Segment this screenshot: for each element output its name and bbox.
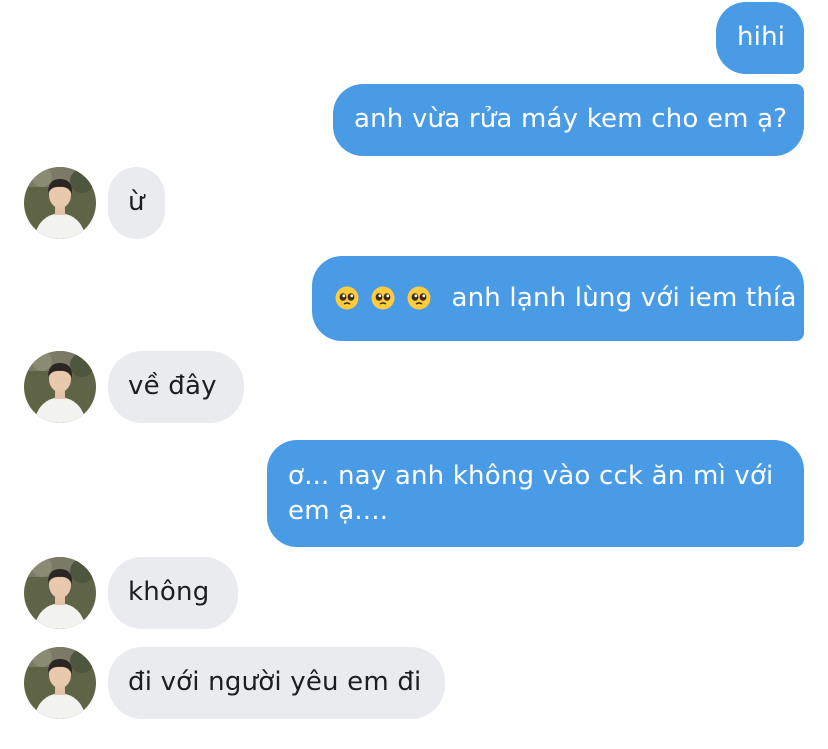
avatar-image	[24, 647, 96, 719]
contact-avatar[interactable]	[24, 557, 96, 629]
avatar-image	[24, 351, 96, 423]
message-text: không	[128, 577, 210, 607]
message-text: về đây	[128, 371, 217, 401]
outgoing-message-bubble[interactable]: anh vừa rửa máy kem cho em ạ?	[333, 84, 804, 156]
message-text: anh lạnh lùng với iem thía	[451, 283, 797, 313]
incoming-message-bubble[interactable]: về đây	[108, 351, 244, 423]
pleading-face-emoji	[371, 286, 395, 310]
incoming-message-bubble[interactable]: ừ	[108, 167, 165, 239]
avatar-image	[24, 167, 96, 239]
pleading-face-emoji	[407, 286, 431, 310]
outgoing-message-bubble[interactable]: ơ... nay anh không vào cck ăn mì với em …	[267, 440, 804, 547]
message-text: đi với người yêu em đi	[128, 667, 422, 697]
incoming-message-bubble[interactable]: đi với người yêu em đi	[108, 647, 445, 719]
contact-avatar[interactable]	[24, 351, 96, 423]
pleading-face-emoji	[335, 286, 359, 310]
message-text: anh vừa rửa máy kem cho em ạ?	[354, 104, 788, 134]
contact-avatar[interactable]	[24, 167, 96, 239]
message-text: ừ	[128, 187, 145, 217]
message-text: hihi	[737, 22, 786, 52]
outgoing-message-bubble[interactable]: hihi	[716, 2, 804, 74]
outgoing-message-bubble[interactable]: anh lạnh lùng với iem thía	[312, 256, 804, 341]
contact-avatar[interactable]	[24, 647, 96, 719]
message-text: ơ... nay anh không vào cck ăn mì với em …	[288, 461, 774, 526]
avatar-image	[24, 557, 96, 629]
incoming-message-bubble[interactable]: không	[108, 557, 238, 629]
